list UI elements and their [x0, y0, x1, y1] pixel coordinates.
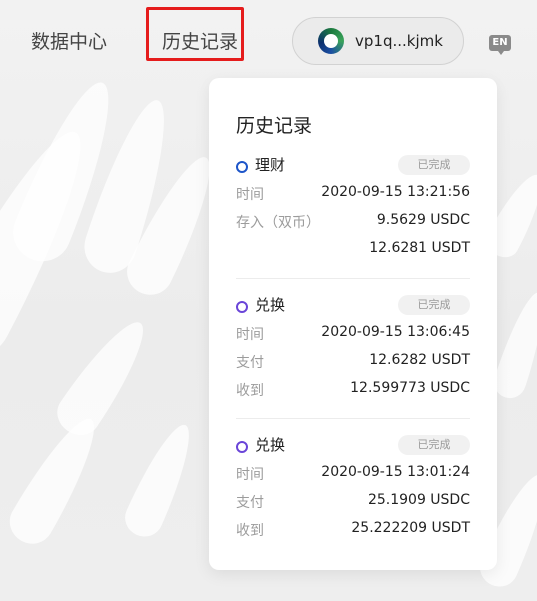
amount-value: 12.6282 USDT	[369, 352, 470, 368]
record-row-amount-2: 12.6281 USDT	[236, 234, 470, 262]
record-row-time: 时间 2020-09-15 13:01:24	[236, 458, 470, 486]
time-label: 时间	[236, 187, 264, 203]
history-record: 理财 已完成 时间 2020-09-15 13:21:56 存入（双币） 9.5…	[236, 154, 470, 262]
status-dot-icon	[236, 441, 248, 453]
amount-label: 支付	[236, 495, 264, 511]
record-header: 兑换 已完成	[236, 294, 470, 318]
amount-value: 25.222209 USDT	[351, 520, 470, 536]
record-divider	[236, 278, 470, 279]
record-row-time: 时间 2020-09-15 13:06:45	[236, 318, 470, 346]
status-dot-icon	[236, 301, 248, 313]
amount-label: 存入（双币）	[236, 215, 320, 231]
amount-value: 9.5629 USDC	[376, 212, 470, 228]
time-label: 时间	[236, 327, 264, 343]
wallet-address-text: vp1q...kjmk	[355, 32, 443, 50]
history-record: 兑换 已完成 时间 2020-09-15 13:01:24 支付 25.1909…	[236, 434, 470, 542]
nav-history[interactable]: 历史记录	[162, 30, 238, 54]
record-row-amount-2: 收到 25.222209 USDT	[236, 514, 470, 542]
status-badge: 已完成	[398, 155, 470, 175]
background-leaf	[119, 417, 203, 543]
background-leaf	[49, 310, 159, 444]
status-dot-icon	[236, 161, 248, 173]
amount-label: 收到	[236, 383, 264, 399]
background-leaf	[1, 408, 111, 552]
record-row-amount-1: 存入（双币） 9.5629 USDC	[236, 206, 470, 234]
history-record: 兑换 已完成 时间 2020-09-15 13:06:45 支付 12.6282…	[236, 294, 470, 402]
history-panel: 历史记录 理财 已完成 时间 2020-09-15 13:21:56 存入（双币…	[209, 78, 497, 570]
amount-value: 25.1909 USDC	[367, 492, 470, 508]
record-row-amount-1: 支付 25.1909 USDC	[236, 486, 470, 514]
amount-value: 12.6281 USDT	[369, 240, 470, 256]
record-row-time: 时间 2020-09-15 13:21:56	[236, 178, 470, 206]
time-label: 时间	[236, 467, 264, 483]
top-navigation-bar: 数据中心 历史记录 vp1q...kjmk EN	[0, 0, 537, 84]
wallet-logo-icon	[318, 28, 344, 54]
nav-data-center[interactable]: 数据中心	[31, 30, 107, 54]
status-badge: 已完成	[398, 295, 470, 315]
record-header: 理财 已完成	[236, 154, 470, 178]
language-switch-button[interactable]: EN	[489, 35, 511, 55]
record-type: 理财	[255, 156, 286, 174]
record-divider	[236, 418, 470, 419]
wallet-address-button[interactable]: vp1q...kjmk	[292, 17, 464, 65]
record-row-amount-2: 收到 12.599773 USDC	[236, 374, 470, 402]
amount-value: 12.599773 USDC	[350, 380, 470, 396]
record-type: 兑换	[255, 436, 286, 454]
record-type: 兑换	[255, 296, 286, 314]
record-row-amount-1: 支付 12.6282 USDT	[236, 346, 470, 374]
panel-title: 历史记录	[236, 115, 313, 137]
time-value: 2020-09-15 13:21:56	[321, 184, 470, 200]
status-badge: 已完成	[398, 435, 470, 455]
amount-label: 支付	[236, 355, 264, 371]
record-header: 兑换 已完成	[236, 434, 470, 458]
amount-label: 收到	[236, 523, 264, 539]
time-value: 2020-09-15 13:06:45	[321, 324, 470, 340]
time-value: 2020-09-15 13:01:24	[321, 464, 470, 480]
